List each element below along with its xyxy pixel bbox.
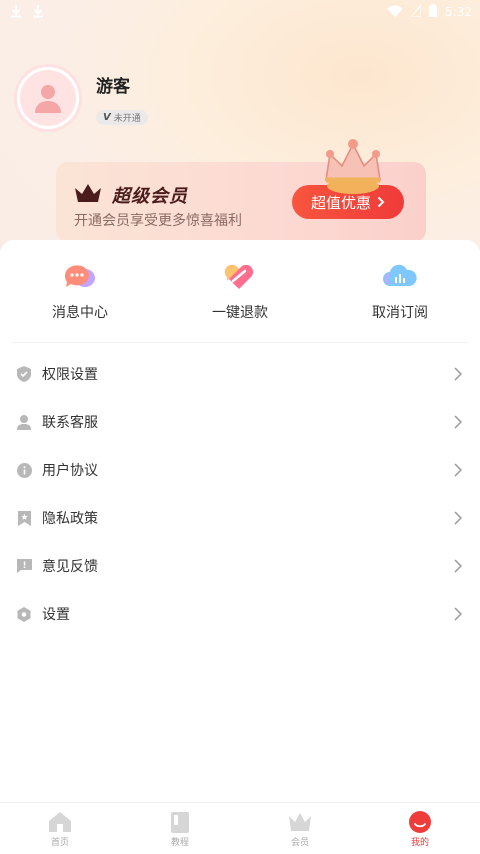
menu-item-user-agreement[interactable]: 用户协议 [0, 446, 480, 494]
menu-item-label: 联系客服 [42, 415, 98, 431]
user-silhouette-icon [35, 85, 61, 113]
menu-item-label: 意见反馈 [42, 559, 98, 575]
vip-card-title: 超级会员 [112, 186, 188, 207]
vip-v-icon: V [103, 111, 111, 123]
vip-card-subtitle: 开通会员享受更多惊喜福利 [74, 213, 242, 229]
chevron-right-icon [452, 367, 464, 381]
menu-item-label: 用户协议 [42, 463, 98, 479]
menu-item-settings[interactable]: 设置 [0, 590, 480, 638]
quick-action-label: 一键退款 [212, 305, 268, 321]
bottom-tab-bar: 首页 教程 会员 我的 [0, 802, 480, 854]
tab-label: 我的 [410, 838, 429, 848]
crown-decoration-icon [318, 138, 388, 200]
status-bar: 5:32 [0, 0, 480, 24]
chevron-right-icon [452, 415, 464, 429]
signal-icon [409, 3, 422, 20]
menu-item-label: 隐私政策 [42, 511, 98, 527]
quick-action-label: 取消订阅 [372, 305, 428, 321]
menu-item-customer-service[interactable]: 联系客服 [0, 398, 480, 446]
book-icon [169, 811, 191, 833]
profile-section[interactable]: 游客 V 未开通 [14, 64, 148, 132]
vip-status-label: 未开通 [113, 113, 141, 124]
wifi-icon [387, 5, 404, 20]
profile-icon [409, 811, 431, 833]
refund-heart-icon [222, 262, 258, 292]
crown-icon [289, 811, 311, 833]
settings-menu: 权限设置 联系客服 用户协议 隐私政策 意见反馈 设置 [0, 350, 480, 638]
chevron-right-icon [452, 511, 464, 525]
quick-action-label: 消息中心 [52, 305, 108, 321]
avatar[interactable] [14, 64, 82, 132]
battery-icon [429, 4, 438, 20]
tab-label: 会员 [290, 838, 309, 848]
cloud-icon [382, 262, 418, 292]
menu-item-label: 设置 [42, 607, 70, 623]
content-sheet: 消息中心 一键退款 取消订阅 权限设置 联系客服 用户协议 隐私政策 意见反馈 … [0, 240, 480, 802]
menu-item-privacy-policy[interactable]: 隐私政策 [0, 494, 480, 542]
quick-action-message-center[interactable]: 消息中心 [0, 262, 160, 322]
info-icon [16, 462, 32, 478]
tab-home[interactable]: 首页 [0, 803, 120, 854]
tab-label: 首页 [50, 838, 69, 848]
quick-action-refund[interactable]: 一键退款 [160, 262, 320, 322]
shield-icon [16, 366, 32, 382]
feedback-icon [16, 558, 32, 574]
download-icon [32, 4, 44, 21]
bookmark-icon [16, 510, 32, 526]
tab-vip[interactable]: 会员 [240, 803, 360, 854]
divider [12, 342, 468, 343]
chevron-right-icon [452, 559, 464, 573]
crown-icon [74, 183, 102, 207]
vip-status-badge: V 未开通 [96, 109, 148, 125]
username: 游客 [96, 76, 130, 97]
chevron-right-icon [452, 607, 464, 621]
gear-icon [16, 606, 32, 622]
user-icon [16, 414, 32, 430]
home-icon [49, 811, 71, 833]
chevron-right-icon [452, 463, 464, 477]
quick-action-cancel-subscription[interactable]: 取消订阅 [320, 262, 480, 322]
menu-item-permissions[interactable]: 权限设置 [0, 350, 480, 398]
tab-mine[interactable]: 我的 [360, 803, 480, 854]
menu-item-label: 权限设置 [42, 367, 98, 383]
tab-tutorial[interactable]: 教程 [120, 803, 240, 854]
download-icon [10, 4, 22, 21]
tab-label: 教程 [170, 838, 189, 848]
status-time: 5:32 [445, 5, 472, 19]
menu-item-feedback[interactable]: 意见反馈 [0, 542, 480, 590]
message-icon [62, 262, 98, 292]
quick-actions: 消息中心 一键退款 取消订阅 [0, 262, 480, 322]
